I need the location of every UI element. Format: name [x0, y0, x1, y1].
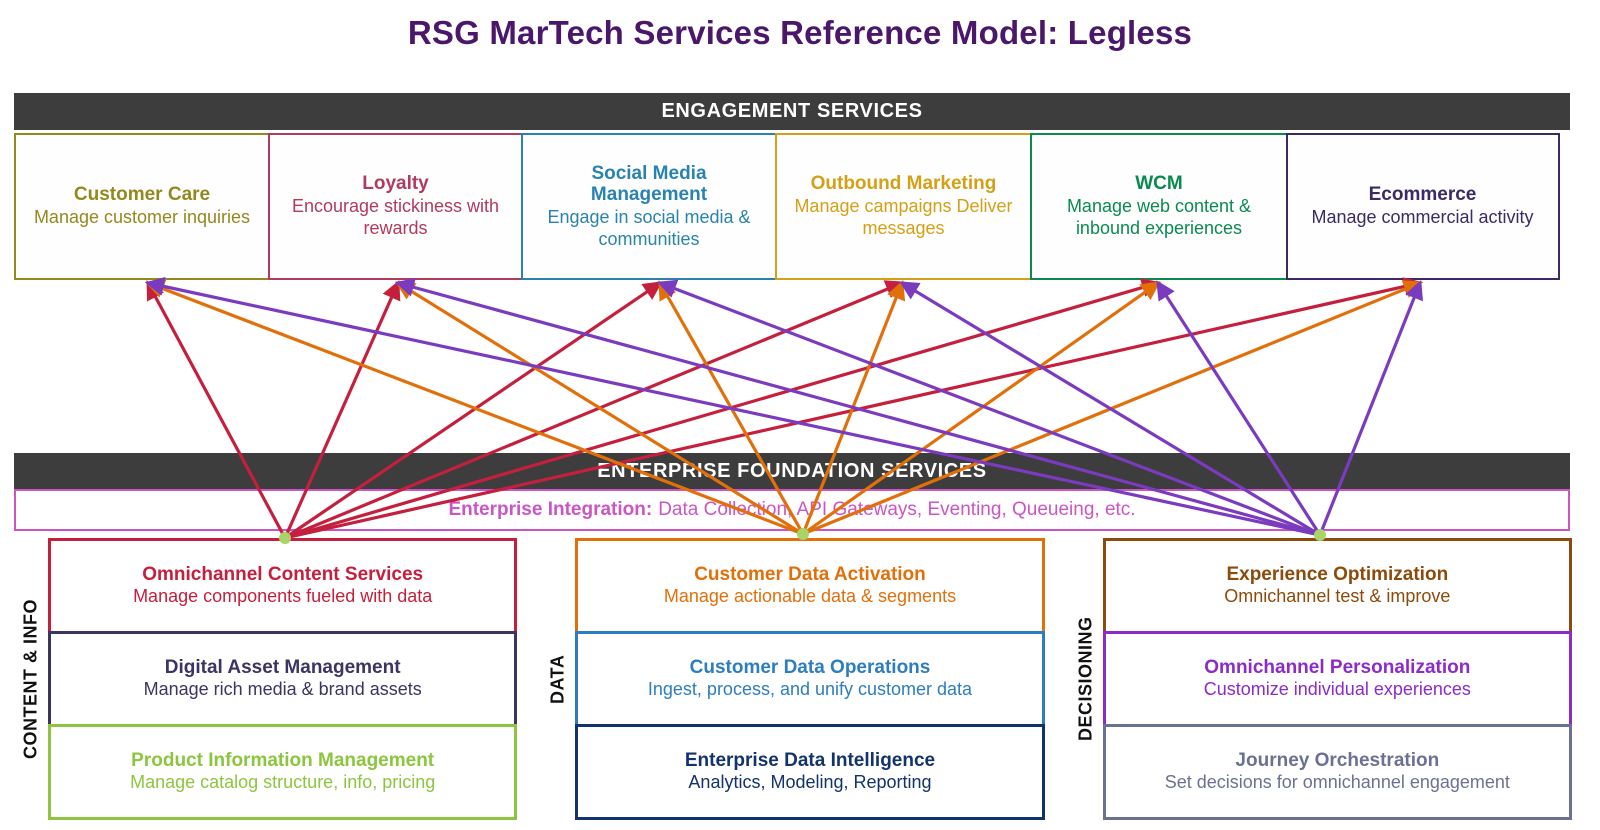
engagement-services-band: ENGAGEMENT SERVICES [14, 93, 1570, 130]
foundation-column-data: DATA Customer Data Activation Manage actio… [541, 538, 1045, 820]
service-box-desc: Customize individual experiences [1203, 679, 1471, 700]
service-box-title: Journey Orchestration [1235, 750, 1440, 772]
service-box-omnichannel-content-services[interactable]: Omnichannel Content Services Manage compo… [48, 538, 518, 634]
column-label: CONTENT & INFO [20, 599, 41, 759]
diagram-canvas: RSG MarTech Services Reference Model: Le… [0, 0, 1600, 830]
service-box-desc: Manage actionable data & segments [663, 586, 957, 607]
enterprise-foundation-services-band: ENTERPRISE FOUNDATION SERVICES [14, 453, 1570, 490]
service-box-desc: Manage catalog structure, info, pricing [130, 772, 436, 793]
engagement-box-loyalty[interactable]: Loyalty Encourage stickiness with rewards [267, 133, 524, 280]
service-box-title: Customer Data Activation [694, 564, 926, 586]
service-box-enterprise-data-intelligence[interactable]: Enterprise Data Intelligence Analytics, M… [575, 724, 1045, 820]
engagement-box-title: Loyalty [362, 173, 429, 195]
service-box-desc: Analytics, Modeling, Reporting [688, 772, 932, 793]
service-box-desc: Omnichannel test & improve [1224, 586, 1451, 607]
service-box-desc: Ingest, process, and unify customer data [647, 679, 973, 700]
enterprise-integration-detail: Data Collection, API Gateways, Eventing,… [658, 499, 1136, 520]
engagement-box-desc: Encourage stickiness with rewards [291, 196, 500, 238]
engagement-box-desc: Manage commercial activity [1311, 207, 1534, 228]
service-box-experience-optimization[interactable]: Experience Optimization Omnichannel test … [1102, 538, 1572, 634]
service-box-journey-orchestration[interactable]: Journey Orchestration Set decisions for o… [1102, 724, 1572, 820]
engagement-box-title: WCM [1135, 173, 1183, 195]
service-box-title: Digital Asset Management [164, 657, 401, 679]
engagement-box-customer-care[interactable]: Customer Care Manage customer inquiries [14, 133, 270, 280]
enterprise-integration-strip[interactable]: Enterprise Integration: Data Collection,… [14, 489, 1570, 531]
service-box-title: Enterprise Data Intelligence [684, 750, 936, 772]
engagement-services-row: Customer Care Manage customer inquiries Lo… [14, 133, 1572, 280]
foundation-columns: CONTENT & INFO Omnichannel Content Servic… [14, 538, 1572, 820]
service-box-digital-asset-management[interactable]: Digital Asset Management Manage rich medi… [48, 631, 518, 727]
engagement-box-title: Outbound Marketing [810, 173, 997, 195]
service-box-desc: Set decisions for omnichannel engagement [1164, 772, 1510, 793]
service-box-title: Omnichannel Personalization [1204, 657, 1471, 679]
engagement-box-title: Social Media Management [590, 162, 708, 206]
service-box-desc: Manage rich media & brand assets [143, 679, 422, 700]
service-stack: Experience Optimization Omnichannel test … [1102, 538, 1572, 820]
foundation-column-content-info: CONTENT & INFO Omnichannel Content Servic… [14, 538, 518, 820]
engagement-box-wcm[interactable]: WCM Manage web content & inbound experien… [1030, 133, 1288, 280]
service-box-title: Omnichannel Content Services [142, 564, 424, 586]
engagement-box-outbound-marketing[interactable]: Outbound Marketing Manage campaigns Deliv… [774, 133, 1033, 280]
foundation-column-decisioning: DECISIONING Experience Optimization Omnich… [1069, 538, 1572, 820]
service-box-customer-data-activation[interactable]: Customer Data Activation Manage actionabl… [575, 538, 1045, 634]
service-box-title: Customer Data Operations [689, 657, 931, 679]
service-stack: Omnichannel Content Services Manage compo… [48, 538, 518, 820]
engagement-box-desc: Manage web content & inbound experiences [1066, 196, 1252, 238]
engagement-box-desc: Manage campaigns Deliver messages [794, 196, 1013, 238]
service-box-desc: Manage components fueled with data [133, 586, 433, 607]
engagement-box-social-media-management[interactable]: Social Media Management Engage in social … [521, 133, 777, 280]
engagement-box-title: Customer Care [73, 184, 211, 206]
column-label: DATA [547, 654, 568, 704]
engagement-box-ecommerce[interactable]: Ecommerce Manage commercial activity [1285, 133, 1560, 280]
engagement-box-title: Ecommerce [1368, 184, 1477, 206]
service-stack: Customer Data Activation Manage actionabl… [575, 538, 1045, 820]
column-label: DECISIONING [1075, 616, 1096, 742]
page-title: RSG MarTech Services Reference Model: Le… [407, 14, 1193, 51]
service-box-omnichannel-personalization[interactable]: Omnichannel Personalization Customize ind… [1102, 631, 1572, 727]
service-box-title: Product Information Management [131, 750, 435, 772]
service-box-customer-data-operations[interactable]: Customer Data Operations Ingest, process,… [575, 631, 1045, 727]
service-box-product-information-management[interactable]: Product Information Management Manage cat… [48, 724, 518, 820]
enterprise-integration-label: Enterprise Integration: [448, 499, 653, 520]
engagement-box-desc: Engage in social media & communities [547, 207, 751, 249]
engagement-box-desc: Manage customer inquiries [33, 207, 251, 228]
service-box-title: Experience Optimization [1226, 564, 1449, 586]
